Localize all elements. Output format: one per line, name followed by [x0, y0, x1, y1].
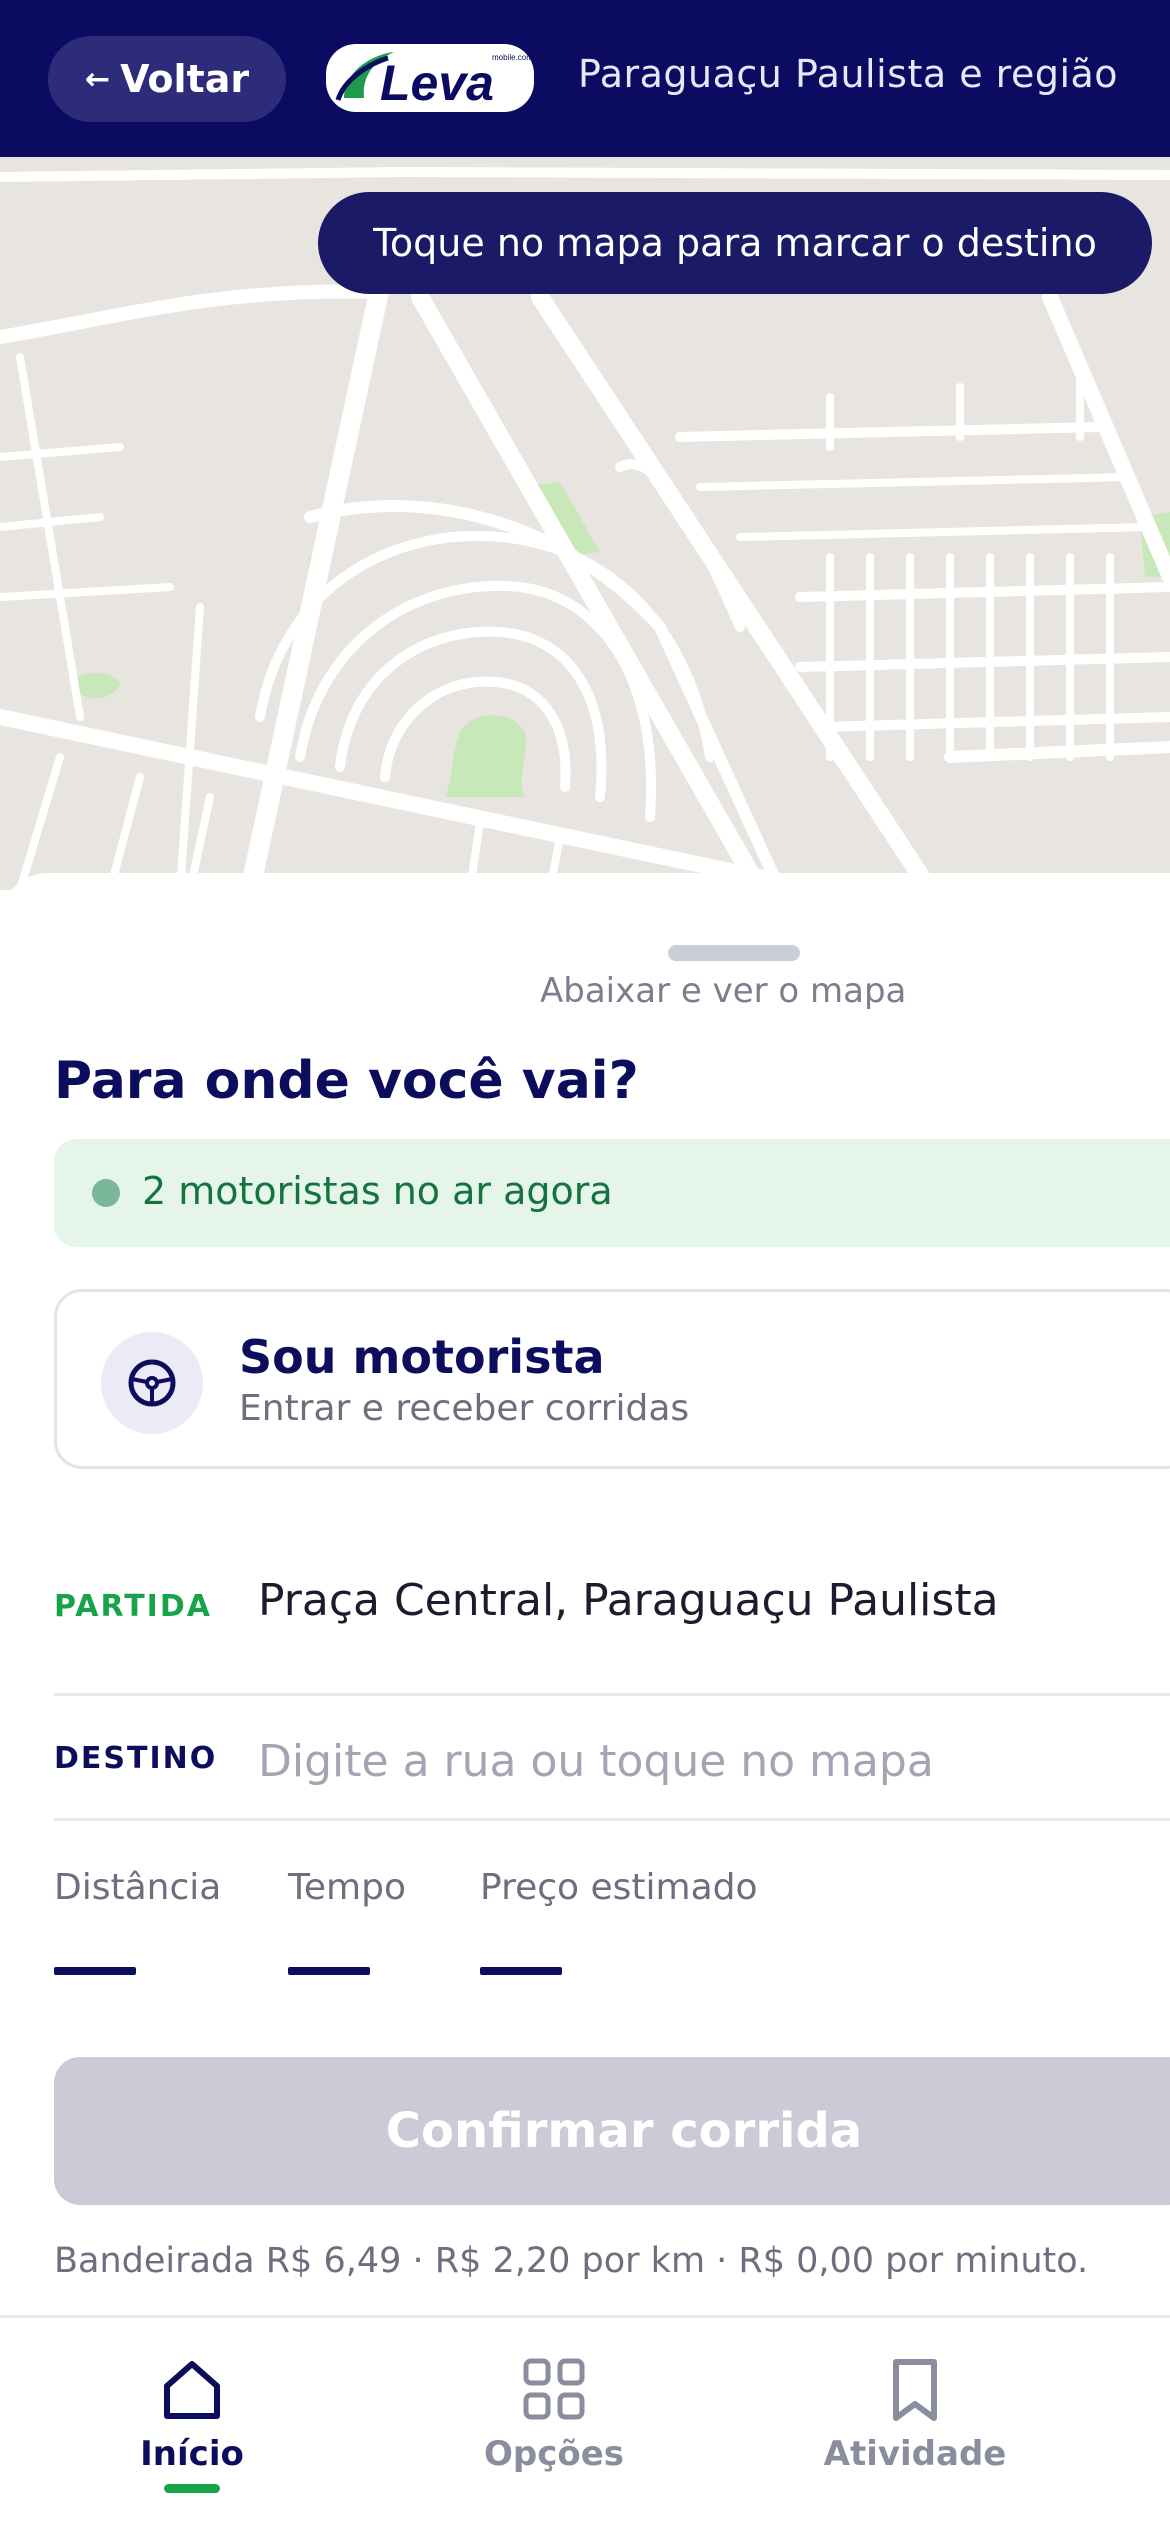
steering-wheel-icon	[101, 1332, 203, 1434]
status-dot-icon	[92, 1179, 120, 1207]
nav-item-atividade[interactable]: Atividade	[795, 2354, 1035, 2504]
nav-item-opcoes[interactable]: Opções	[434, 2354, 674, 2504]
driver-login-card[interactable]: Sou motorista Entrar e receber corridas	[54, 1289, 1170, 1469]
price-label: Preço estimado	[480, 1867, 758, 1908]
origin-field[interactable]: Praça Central, Paraguaçu Paulista	[258, 1575, 999, 1626]
map-view[interactable]: Toque no mapa para marcar o destino	[0, 157, 1170, 890]
active-tab-indicator	[164, 2484, 220, 2493]
nav-label: Opções	[483, 2434, 625, 2474]
origin-label: PARTIDA	[54, 1589, 212, 1624]
sheet-handle-hint[interactable]: Abaixar e ver o mapa	[540, 971, 906, 1011]
bookmark-icon	[893, 2359, 937, 2421]
svg-text:Leva: Leva	[380, 55, 494, 111]
price-value	[480, 1967, 562, 1975]
time-label: Tempo	[288, 1867, 406, 1908]
driver-card-subtitle: Entrar e receber corridas	[239, 1388, 690, 1429]
destination-label: DESTINO	[54, 1741, 218, 1776]
divider	[54, 1818, 1170, 1821]
divider	[54, 1693, 1170, 1696]
drivers-online-banner: 2 motoristas no ar agora	[54, 1139, 1170, 1247]
distance-value	[54, 1967, 136, 1975]
drivers-online-text: 2 motoristas no ar agora	[142, 1169, 613, 1213]
nav-item-inicio[interactable]: Início	[72, 2354, 312, 2504]
home-icon	[164, 2361, 220, 2419]
map-hint-banner: Toque no mapa para marcar o destino	[318, 192, 1152, 294]
back-button[interactable]: ← Voltar	[48, 36, 286, 122]
confirm-ride-button[interactable]: Confirmar corrida	[54, 2057, 1170, 2205]
page-title: Para onde você vai?	[54, 1051, 639, 1111]
nav-label: Início	[140, 2434, 244, 2474]
bottom-sheet: Abaixar e ver o mapa Para onde você vai?…	[0, 873, 1170, 2315]
bottom-nav: Início Opções Atividade	[0, 2315, 1170, 2532]
time-value	[288, 1967, 370, 1975]
arrow-left-icon: ←	[84, 61, 111, 97]
app-header: ← Voltar Leva mobile.com Paraguaçu Pauli…	[0, 0, 1170, 157]
park-area	[445, 715, 527, 797]
sheet-drag-handle[interactable]	[668, 945, 800, 961]
leva-logo: Leva mobile.com	[326, 44, 534, 112]
fare-note: Bandeirada R$ 6,49 · R$ 2,20 por km · R$…	[54, 2241, 1089, 2281]
destination-input[interactable]	[258, 1721, 1158, 1801]
back-button-label: Voltar	[120, 57, 250, 101]
nav-label: Atividade	[823, 2434, 1007, 2474]
svg-text:mobile.com: mobile.com	[492, 53, 533, 62]
region-label: Paraguaçu Paulista e região	[578, 52, 1119, 96]
distance-label: Distância	[54, 1867, 222, 1908]
grid-icon	[523, 2358, 585, 2420]
driver-card-title: Sou motorista	[239, 1330, 605, 1384]
